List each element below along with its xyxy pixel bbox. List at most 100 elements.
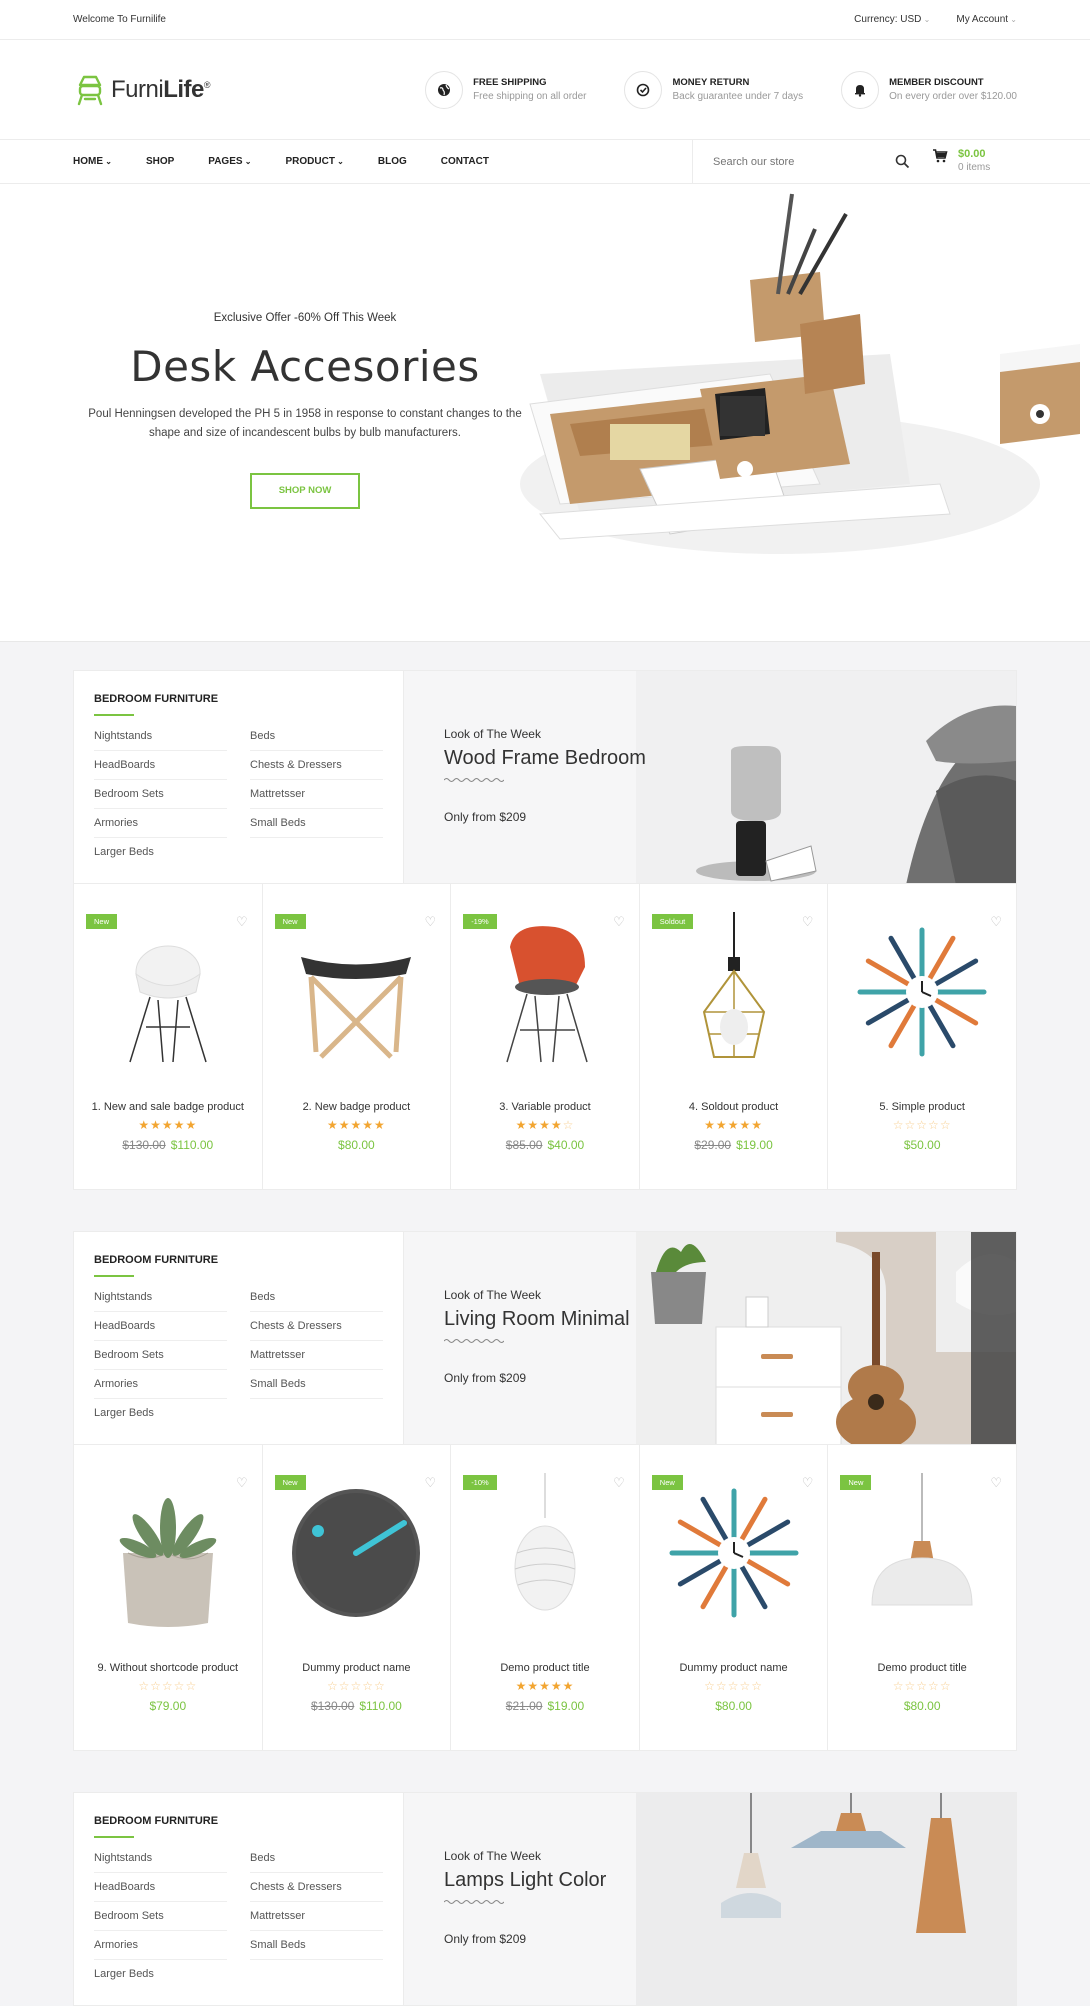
category-link[interactable]: Small Beds	[250, 809, 383, 838]
look-of-week-banner[interactable]: Look of The Week Living Room Minimal Onl…	[404, 1232, 1016, 1444]
feature-money-return: MONEY RETURN Back guarantee under 7 days	[624, 70, 803, 109]
check-circle-icon	[624, 70, 663, 109]
old-price: $130.00	[122, 1138, 166, 1152]
look-kicker: Look of The Week	[444, 727, 541, 741]
product-image[interactable]	[465, 1473, 625, 1633]
category-link[interactable]: Beds	[250, 1844, 383, 1873]
wishlist-heart-icon[interactable]: ♡	[613, 914, 625, 930]
category-link[interactable]: Larger Beds	[94, 838, 227, 867]
search-icon[interactable]	[895, 154, 910, 169]
product-card[interactable]: New ♡ Dummy product name ☆☆☆☆☆ $80.00	[640, 1445, 829, 1750]
product-rating: ★★★★★	[515, 1679, 575, 1693]
product-name[interactable]: 9. Without shortcode product	[74, 1662, 262, 1674]
nav-item-contact[interactable]: CONTACT	[441, 156, 489, 167]
product-card[interactable]: New ♡ 1. New and sale badge product ★★★★★ $1…	[74, 884, 263, 1189]
nav-item-home[interactable]: HOME	[73, 156, 112, 167]
feature-free-shipping: FREE SHIPPING Free shipping on all order	[425, 70, 586, 109]
category-link[interactable]: Mattretsser	[250, 1902, 383, 1931]
product-card[interactable]: -10% ♡ Demo product title ★★★★★ $21.00 $19.00	[451, 1445, 640, 1750]
product-card[interactable]: New ♡ Demo product title ☆☆☆☆☆ $80.00	[828, 1445, 1016, 1750]
old-price: $85.00	[505, 1138, 543, 1152]
wishlist-heart-icon[interactable]: ♡	[236, 914, 248, 930]
product-card[interactable]: ♡ 9. Without shortcode product ☆☆☆☆☆ $79.00	[74, 1445, 263, 1750]
product-name[interactable]: Demo product title	[828, 1662, 1016, 1674]
product-image[interactable]	[842, 912, 1002, 1072]
product-name[interactable]: 1. New and sale badge product	[74, 1101, 262, 1113]
look-of-week-banner[interactable]: Look of The Week Wood Frame Bedroom Only…	[404, 671, 1016, 883]
product-name[interactable]: Dummy product name	[640, 1662, 828, 1674]
category-link[interactable]: Armories	[94, 809, 227, 838]
shop-now-button[interactable]: SHOP NOW	[250, 473, 360, 509]
category-link[interactable]: Bedroom Sets	[94, 780, 227, 809]
category-link[interactable]: Nightstands	[94, 1844, 227, 1873]
category-link[interactable]: Armories	[94, 1931, 227, 1960]
category-link[interactable]: Mattretsser	[250, 1341, 383, 1370]
category-link[interactable]: Chests & Dressers	[250, 751, 383, 780]
wishlist-heart-icon[interactable]: ♡	[425, 1475, 437, 1491]
product-image[interactable]	[465, 912, 625, 1072]
nav-item-blog[interactable]: BLOG	[378, 156, 407, 167]
category-link[interactable]: Nightstands	[94, 722, 227, 751]
product-card[interactable]: ♡ 5. Simple product ☆☆☆☆☆ $50.00	[828, 884, 1016, 1189]
category-link[interactable]: Bedroom Sets	[94, 1902, 227, 1931]
product-name[interactable]: 2. New badge product	[263, 1101, 451, 1113]
category-link[interactable]: Bedroom Sets	[94, 1341, 227, 1370]
hero-title: Desk Accesories	[130, 342, 480, 391]
cart-amount: $0.00	[958, 148, 986, 160]
category-link[interactable]: Armories	[94, 1370, 227, 1399]
look-price: Only from $209	[444, 1932, 527, 1946]
desk-accessories-image	[520, 193, 1080, 554]
category-link[interactable]: HeadBoards	[94, 751, 227, 780]
category-link[interactable]: Larger Beds	[94, 1960, 227, 1989]
cart-icon[interactable]	[932, 148, 948, 164]
product-name[interactable]: 4. Soldout product	[640, 1101, 828, 1113]
nav-item-shop[interactable]: SHOP	[146, 156, 174, 167]
product-image[interactable]	[654, 1473, 814, 1633]
wishlist-heart-icon[interactable]: ♡	[802, 914, 814, 930]
cart-widget[interactable]: $0.00 0 items	[932, 148, 990, 173]
category-link[interactable]: Chests & Dressers	[250, 1312, 383, 1341]
category-link[interactable]: HeadBoards	[94, 1873, 227, 1902]
wishlist-heart-icon[interactable]: ♡	[990, 914, 1002, 930]
search-input[interactable]	[713, 155, 873, 168]
product-image[interactable]	[88, 1473, 248, 1633]
wishlist-heart-icon[interactable]: ♡	[990, 1475, 1002, 1491]
product-image[interactable]	[842, 1473, 1002, 1633]
logo[interactable]: FurniLife®	[73, 73, 211, 107]
category-link[interactable]: HeadBoards	[94, 1312, 227, 1341]
wishlist-heart-icon[interactable]: ♡	[236, 1475, 248, 1491]
wishlist-heart-icon[interactable]: ♡	[425, 914, 437, 930]
product-name[interactable]: Demo product title	[451, 1662, 639, 1674]
product-image[interactable]	[276, 1473, 436, 1633]
product-image[interactable]	[276, 912, 436, 1072]
product-name[interactable]: 3. Variable product	[451, 1101, 639, 1113]
category-link[interactable]: Small Beds	[250, 1931, 383, 1960]
look-of-week-banner[interactable]: Look of The Week Lamps Light Color Only …	[404, 1793, 1016, 2005]
product-name[interactable]: Dummy product name	[263, 1662, 451, 1674]
product-card[interactable]: New ♡ Dummy product name ☆☆☆☆☆ $130.00 $110.0…	[263, 1445, 452, 1750]
hero-offer: Exclusive Offer -60% Off This Week	[213, 312, 397, 324]
wishlist-heart-icon[interactable]: ♡	[613, 1475, 625, 1491]
product-card[interactable]: New ♡ 2. New badge product ★★★★★ $80.00	[263, 884, 452, 1189]
category-link[interactable]: Larger Beds	[94, 1399, 227, 1428]
nav-item-pages[interactable]: PAGES	[208, 156, 251, 167]
product-name[interactable]: 5. Simple product	[828, 1101, 1016, 1113]
currency-selector[interactable]: Currency: USD	[854, 14, 930, 25]
category-link[interactable]: Chests & Dressers	[250, 1873, 383, 1902]
category-link[interactable]: Beds	[250, 722, 383, 751]
category-link[interactable]: Small Beds	[250, 1370, 383, 1399]
product-card[interactable]: Soldout ♡ 4. Soldout product ★★★★★ $29.00 $19…	[640, 884, 829, 1189]
product-image[interactable]	[654, 912, 814, 1072]
product-row: ♡ 9. Without shortcode product ☆☆☆☆☆ $79.00…	[73, 1445, 1017, 1751]
wishlist-heart-icon[interactable]: ♡	[802, 1475, 814, 1491]
top-bar: Welcome To Furnilife Currency: USD My Ac…	[0, 0, 1090, 40]
nav-item-product[interactable]: PRODUCT	[286, 156, 344, 167]
product-card[interactable]: -19% ♡ 3. Variable product ★★★★☆ $85.00 $40.0…	[451, 884, 640, 1189]
account-menu[interactable]: My Account	[956, 14, 1017, 25]
feature-title: MEMBER DISCOUNT	[889, 77, 984, 88]
category-link[interactable]: Beds	[250, 1283, 383, 1312]
product-price: $80.00	[640, 1699, 828, 1713]
product-image[interactable]	[88, 912, 248, 1072]
category-link[interactable]: Mattretsser	[250, 780, 383, 809]
category-link[interactable]: Nightstands	[94, 1283, 227, 1312]
